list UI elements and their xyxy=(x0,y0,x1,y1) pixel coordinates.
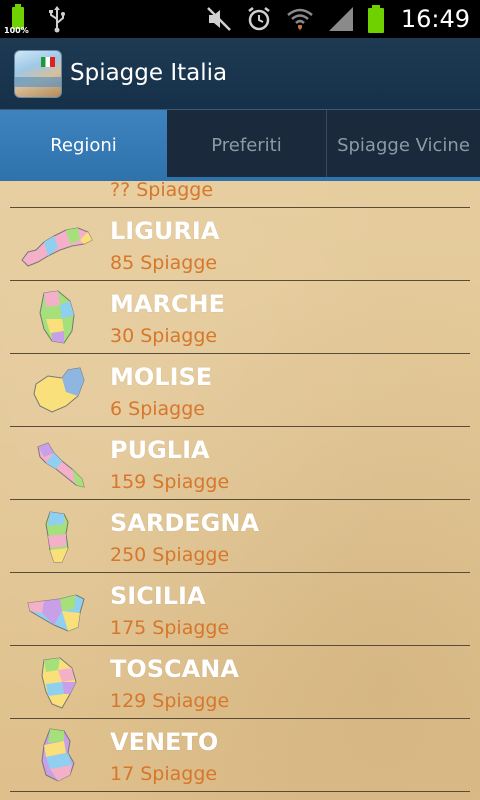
region-count: 85 Spiagge xyxy=(110,252,218,274)
region-name: SICILIA xyxy=(110,582,206,610)
sicilia-map-icon xyxy=(27,594,85,632)
alarm-icon xyxy=(248,7,270,31)
action-bar: Spiagge Italia xyxy=(0,38,480,110)
list-item[interactable]: ?? Spiagge xyxy=(0,181,480,208)
list-item[interactable]: VENETO 17 Spiagge xyxy=(0,719,480,792)
region-name: SARDEGNA xyxy=(110,509,260,537)
region-name: TOSCANA xyxy=(110,655,239,683)
list-item[interactable]: MOLISE 6 Spiagge xyxy=(0,354,480,427)
clock: 16:49 xyxy=(400,5,470,33)
marche-map-icon xyxy=(39,290,75,344)
region-count: 17 Spiagge xyxy=(110,763,218,785)
region-list[interactable]: ?? Spiagge LIGURIA 85 Spiagge MARCHE 30 … xyxy=(0,181,480,800)
list-item[interactable]: LIGURIA 85 Spiagge xyxy=(0,208,480,281)
region-name: LIGURIA xyxy=(110,217,220,245)
list-item[interactable]: TOSCANA 129 Spiagge xyxy=(0,646,480,719)
sardegna-map-icon xyxy=(45,511,69,563)
region-name: MOLISE xyxy=(110,363,213,391)
tab-preferiti[interactable]: Preferiti xyxy=(167,110,327,180)
region-count: 175 Spiagge xyxy=(110,617,230,639)
battery-icon: 100% xyxy=(4,4,29,35)
usb-icon xyxy=(49,6,65,33)
battery-icon xyxy=(367,5,384,33)
wifi-icon xyxy=(287,8,313,31)
region-name: VENETO xyxy=(110,728,219,756)
region-count: 6 Spiagge xyxy=(110,398,205,420)
region-count: 159 Spiagge xyxy=(110,471,230,493)
tab-spiagge-vicine[interactable]: Spiagge Vicine xyxy=(327,110,480,180)
list-item[interactable]: MARCHE 30 Spiagge xyxy=(0,281,480,354)
list-item[interactable]: SICILIA 175 Spiagge xyxy=(0,573,480,646)
app-logo[interactable] xyxy=(14,50,62,98)
puglia-map-icon xyxy=(37,442,85,488)
tab-bar: Regioni Preferiti Spiagge Vicine xyxy=(0,110,480,180)
mute-icon xyxy=(206,7,231,31)
list-item[interactable]: SARDEGNA 250 Spiagge xyxy=(0,500,480,573)
list-item[interactable]: PUGLIA 159 Spiagge xyxy=(0,427,480,500)
signal-icon xyxy=(328,7,353,31)
tab-regioni[interactable]: Regioni xyxy=(0,110,167,180)
app-title: Spiagge Italia xyxy=(70,60,228,86)
status-bar: 100% 16:49 xyxy=(0,0,480,38)
molise-map-icon xyxy=(33,367,85,413)
region-name: MARCHE xyxy=(110,290,226,318)
region-count: ?? Spiagge xyxy=(110,181,214,201)
region-name: PUGLIA xyxy=(110,436,210,464)
liguria-map-icon xyxy=(21,227,93,267)
region-count: 250 Spiagge xyxy=(110,544,230,566)
battery-percent: 100% xyxy=(4,26,29,35)
toscana-map-icon xyxy=(41,657,77,709)
region-count: 30 Spiagge xyxy=(110,325,218,347)
veneto-map-icon xyxy=(41,728,75,782)
region-count: 129 Spiagge xyxy=(110,690,230,712)
